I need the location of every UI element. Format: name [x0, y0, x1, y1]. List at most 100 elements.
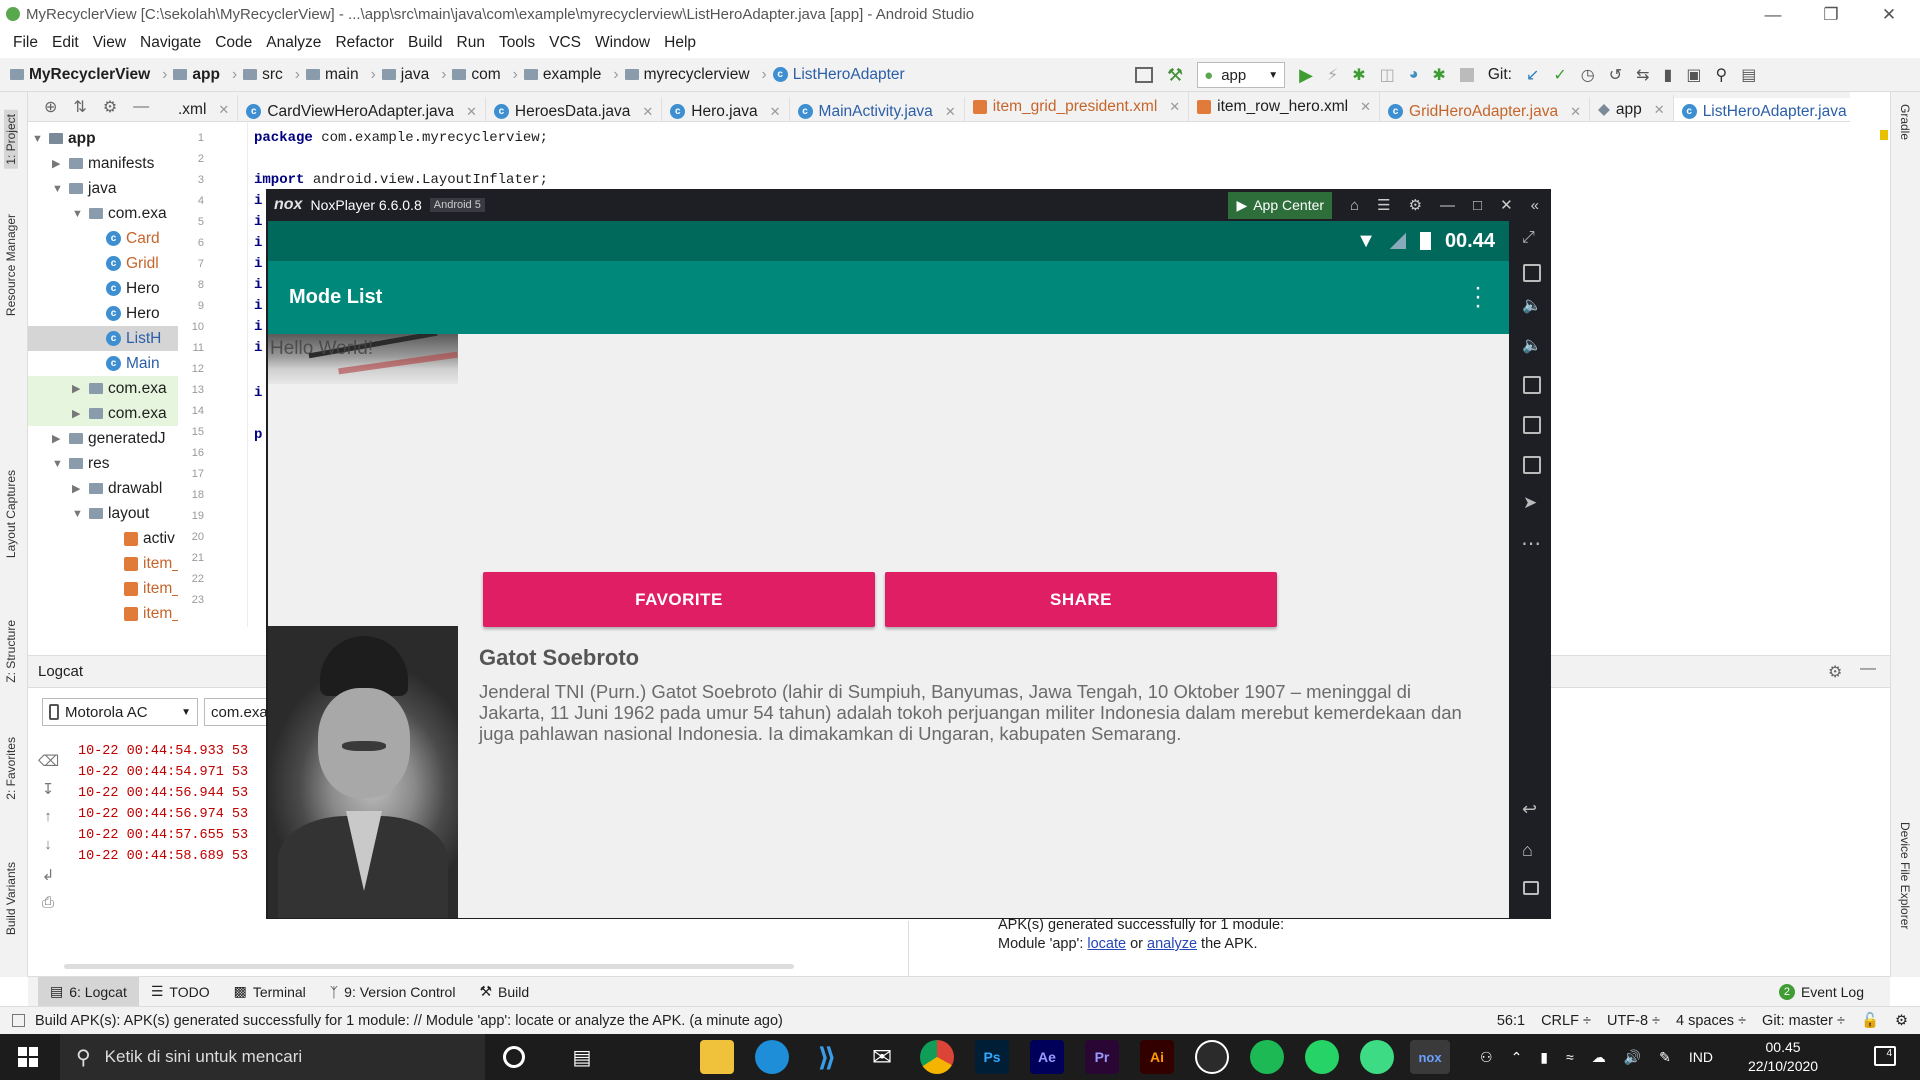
- tree-node-selected[interactable]: c ListH: [28, 326, 178, 351]
- sync-gradle-icon[interactable]: ⇆: [1636, 65, 1649, 85]
- layout-captures-tool-tab[interactable]: Layout Captures: [4, 470, 18, 558]
- build-variants-tool-tab[interactable]: Build Variants: [4, 862, 18, 935]
- vcs-branch[interactable]: Git: master ÷: [1762, 1013, 1845, 1029]
- layout-icon[interactable]: [1135, 67, 1153, 83]
- tree-node[interactable]: ▼ java: [52, 176, 116, 201]
- close-icon[interactable]: ✕: [945, 104, 956, 120]
- menu-window[interactable]: Window: [588, 34, 657, 52]
- volume-icon[interactable]: 🔊: [1624, 1049, 1641, 1066]
- search-icon[interactable]: ⚲: [1715, 65, 1727, 85]
- attach-debugger-icon[interactable]: ✱: [1432, 65, 1445, 85]
- tree-node[interactable]: ▶ generatedJ: [52, 426, 166, 451]
- gear-icon[interactable]: ⚙: [1409, 196, 1422, 214]
- close-icon[interactable]: ✕: [218, 102, 229, 118]
- clock[interactable]: 00.45 22/10/2020: [1748, 1038, 1818, 1076]
- gear-icon[interactable]: ⚙: [103, 97, 117, 117]
- tree-node[interactable]: ▼ res: [52, 451, 110, 476]
- breadcrumb-com[interactable]: com: [452, 66, 501, 84]
- structure-tool-tab[interactable]: Z: Structure: [4, 620, 18, 683]
- photoshop-icon[interactable]: Ps: [975, 1040, 1009, 1074]
- tree-node[interactable]: item_: [124, 601, 178, 626]
- lock-icon[interactable]: 🔓: [1861, 1012, 1879, 1029]
- android-studio-taskbar-icon[interactable]: [1360, 1040, 1394, 1074]
- volume-up-icon[interactable]: 🔈: [1522, 295, 1542, 315]
- tree-node[interactable]: ▼ layout: [72, 501, 149, 526]
- minimize-icon[interactable]: —: [1440, 197, 1455, 214]
- project-structure-icon[interactable]: ▤: [1741, 65, 1756, 85]
- debug-icon[interactable]: ✱: [1352, 65, 1365, 85]
- tab-logcat[interactable]: ▤ 6: Logcat: [38, 976, 139, 1007]
- horizontal-scrollbar[interactable]: [64, 964, 794, 969]
- tab-event-log[interactable]: 2 Event Log: [1767, 977, 1876, 1007]
- close-icon[interactable]: ✕: [770, 104, 781, 120]
- tab-cardviewheroadapter[interactable]: c CardViewHeroAdapter.java ✕: [238, 96, 486, 121]
- breadcrumb-example[interactable]: example: [523, 66, 601, 84]
- run-icon[interactable]: ▶: [1299, 65, 1313, 86]
- memory-indicator-icon[interactable]: ⚙: [1895, 1013, 1908, 1029]
- hide-icon[interactable]: —: [1860, 660, 1876, 678]
- run-config-select[interactable]: ● app ▼: [1197, 62, 1286, 88]
- tab-todo[interactable]: ☰ TODO: [139, 977, 222, 1007]
- people-icon[interactable]: ⚇: [1480, 1049, 1493, 1066]
- back-icon[interactable]: ↩: [1522, 799, 1537, 820]
- print-icon[interactable]: ⎙: [38, 894, 58, 914]
- tray-chevron-icon[interactable]: ⌃: [1511, 1049, 1523, 1066]
- tree-node[interactable]: c Hero: [106, 301, 160, 326]
- chrome-icon[interactable]: [920, 1040, 954, 1074]
- stop-icon[interactable]: [1459, 68, 1474, 82]
- notification-icon[interactable]: 4: [1874, 1046, 1896, 1066]
- android-home-icon[interactable]: ⌂: [1522, 840, 1533, 861]
- favorites-tool-tab[interactable]: 2: Favorites: [4, 737, 18, 800]
- indent-setting[interactable]: 4 spaces ÷: [1676, 1013, 1746, 1029]
- keyboard-icon[interactable]: [1523, 264, 1541, 282]
- close-icon[interactable]: ✕: [1360, 99, 1371, 115]
- line-separator[interactable]: CRLF ÷: [1541, 1013, 1591, 1029]
- git-commit-icon[interactable]: ✓: [1553, 65, 1566, 85]
- menu-view[interactable]: View: [86, 34, 133, 52]
- menu-edit[interactable]: Edit: [45, 34, 86, 52]
- tree-node[interactable]: ▼menu: [72, 626, 147, 627]
- tree-node[interactable]: c Hero: [106, 276, 160, 301]
- tree-node[interactable]: ▼ com.exa: [72, 201, 167, 226]
- collapse-icon[interactable]: ⇅: [73, 97, 86, 117]
- tree-node[interactable]: item_: [124, 576, 178, 601]
- menu-navigate[interactable]: Navigate: [133, 34, 208, 52]
- overflow-menu-icon[interactable]: · · ·: [1473, 276, 1483, 318]
- illustrator-icon[interactable]: Ai: [1140, 1040, 1174, 1074]
- app-center-button[interactable]: ▶ App Center: [1228, 191, 1333, 219]
- tree-node[interactable]: c Card: [106, 226, 160, 251]
- tree-node[interactable]: ▶ com.exa: [28, 401, 178, 426]
- menu-tools[interactable]: Tools: [492, 34, 542, 52]
- apply-changes-icon[interactable]: ⚡: [1327, 65, 1338, 85]
- wifi-tray-icon[interactable]: ≈: [1566, 1049, 1574, 1065]
- breadcrumb-listheroadapter[interactable]: c ListHeroAdapter: [772, 66, 905, 84]
- tree-node[interactable]: ▶ com.exa: [28, 376, 178, 401]
- tab-heroesdata[interactable]: c HeroesData.java ✕: [486, 96, 663, 121]
- multi-instance-icon[interactable]: [1523, 456, 1541, 474]
- minimize-button[interactable]: —: [1744, 0, 1802, 30]
- disk-icon[interactable]: [1195, 1040, 1229, 1074]
- breadcrumb-java[interactable]: java: [381, 66, 429, 84]
- task-view-icon[interactable]: ▤: [565, 1040, 599, 1074]
- analyze-link[interactable]: analyze: [1147, 936, 1197, 952]
- breadcrumb-main[interactable]: main: [305, 66, 359, 84]
- coverage-icon[interactable]: ◫: [1380, 65, 1395, 85]
- add-apk-icon[interactable]: [1523, 416, 1541, 434]
- menu-icon[interactable]: ☰: [1377, 196, 1390, 214]
- nox-taskbar-icon[interactable]: nox: [1410, 1040, 1450, 1074]
- menu-analyze[interactable]: Analyze: [259, 34, 328, 52]
- status-toggle-icon[interactable]: [12, 1014, 25, 1027]
- sdk-manager-icon[interactable]: ▣: [1686, 65, 1701, 85]
- tab-version-control[interactable]: ᛉ 9: Version Control: [318, 977, 468, 1007]
- menu-code[interactable]: Code: [208, 34, 259, 52]
- favorite-button[interactable]: FAVORITE: [483, 572, 875, 627]
- taskbar-search[interactable]: ⚲ Ketik di sini untuk mencari: [60, 1034, 485, 1080]
- rocket-icon[interactable]: ➤: [1523, 493, 1537, 513]
- close-button[interactable]: ✕: [1860, 0, 1918, 30]
- history-icon[interactable]: ◷: [1581, 65, 1595, 85]
- scroll-to-end-icon[interactable]: ↧: [38, 780, 58, 800]
- close-icon[interactable]: ✕: [1654, 102, 1665, 118]
- premiere-icon[interactable]: Pr: [1085, 1040, 1119, 1074]
- home-icon[interactable]: ⌂: [1350, 197, 1359, 214]
- language-indicator[interactable]: IND: [1689, 1049, 1713, 1065]
